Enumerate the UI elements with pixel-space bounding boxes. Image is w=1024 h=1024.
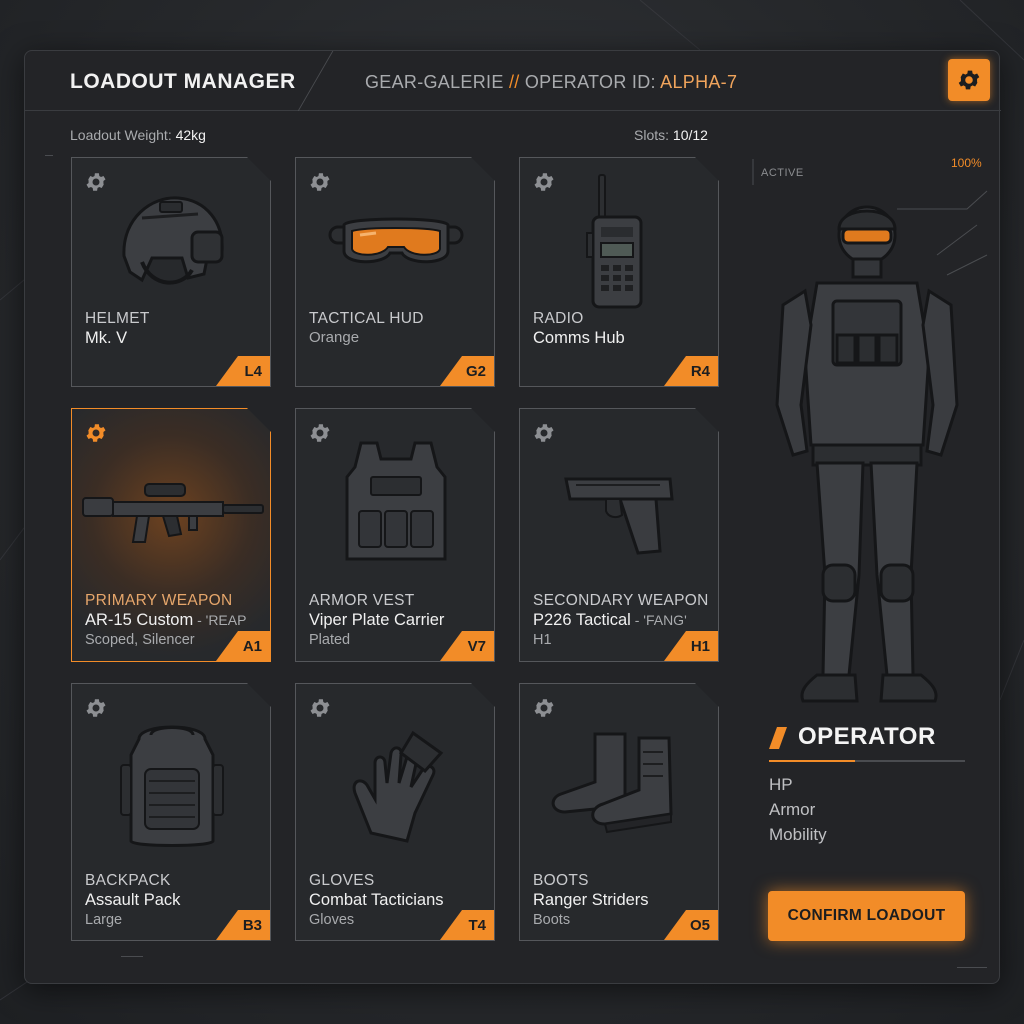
operator-underline-accent: [769, 760, 855, 762]
slot-item-name: Ranger Striders: [533, 891, 649, 910]
tier-badge: A1: [216, 631, 270, 661]
slot-item-name: P226 Tactical - 'FANG': [533, 611, 687, 630]
slot-armor-vest[interactable]: ARMOR VEST Viper Plate Carrier Plated V7: [295, 408, 495, 662]
vest-icon: [296, 437, 495, 567]
slot-category: RADIO: [533, 310, 584, 327]
slot-secondary-weapon[interactable]: SECONDARY WEAPON P226 Tactical - 'FANG' …: [519, 408, 719, 662]
item-name-text: Assault Pack: [85, 891, 181, 909]
slot-gloves[interactable]: GLOVES Combat Tacticians Gloves T4: [295, 683, 495, 941]
tier-badge: H1: [664, 631, 718, 661]
tier-badge: T4: [440, 910, 494, 940]
slot-radio[interactable]: RADIO Comms Hub R4: [519, 157, 719, 387]
boots-icon: [520, 708, 719, 858]
stat-mobility: Mobility: [769, 825, 827, 844]
item-name-text: Orange: [309, 329, 360, 346]
operator-status: ACTIVE: [761, 167, 804, 179]
panel-header: LOADOUT MANAGER GEAR-GALERIE // OPERATOR…: [25, 51, 1001, 111]
item-name-text: AR-15 Custom: [85, 611, 194, 629]
slot-item-name: Comms Hub: [533, 329, 625, 348]
slot-category: GLOVES: [309, 872, 375, 889]
slot-primary-weapon[interactable]: PRIMARY WEAPON AR-15 Custom - 'REAP Scop…: [71, 408, 271, 662]
gallery-label: GEAR-GALERIE: [365, 72, 504, 92]
slot-category: BACKPACK: [85, 872, 171, 889]
stat-armor: Armor: [769, 800, 816, 819]
header-subtitle: GEAR-GALERIE // OPERATOR ID: ALPHA-7: [365, 72, 737, 93]
slot-item-name: Mk. V: [85, 329, 127, 348]
loadout-panel: LOADOUT MANAGER GEAR-GALERIE // OPERATOR…: [24, 50, 1001, 984]
slot-item-detail: Plated: [309, 632, 351, 648]
slot-category: SECONDARY WEAPON: [533, 592, 709, 609]
slot-category: ARMOR VEST: [309, 592, 415, 609]
item-name-text: Mk. V: [85, 329, 128, 347]
slot-item-name: Assault Pack: [85, 891, 180, 910]
slot-backpack[interactable]: BACKPACK Assault Pack Large B3: [71, 683, 271, 941]
slots-count: Slots: 10/12: [634, 127, 708, 143]
gear-icon[interactable]: [84, 421, 108, 445]
item-alias: - 'REAP: [193, 612, 247, 628]
tier-badge: V7: [440, 631, 494, 661]
item-name-text: Ranger Striders: [533, 891, 649, 909]
item-name-text: Comms Hub: [533, 329, 625, 347]
weight-label: Loadout Weight:: [70, 127, 172, 143]
slot-helmet[interactable]: HELMET Mk. V L4: [71, 157, 271, 387]
slot-item-detail: H1: [533, 632, 552, 648]
operator-percent: 100%: [951, 156, 982, 170]
header-divider: [297, 51, 334, 111]
slot-item-name: Orange: [309, 329, 359, 346]
slot-item-detail: Scoped, Silencer: [85, 632, 195, 648]
slot-category: HELMET: [85, 310, 150, 327]
operator-title: OPERATOR: [798, 723, 936, 750]
stat-hp: HP: [769, 775, 793, 794]
slot-category: PRIMARY WEAPON: [85, 592, 233, 609]
slot-item-detail: Boots: [533, 912, 571, 928]
subtitle-separator: //: [508, 72, 520, 92]
helmet-icon: [72, 178, 271, 308]
slot-category: BOOTS: [533, 872, 589, 889]
pistol-icon: [520, 447, 719, 577]
slot-tactical-hud[interactable]: TACTICAL HUD Orange G2: [295, 157, 495, 387]
frame-tick: [121, 956, 143, 957]
page-title: LOADOUT MANAGER: [70, 70, 296, 93]
rifle-icon: [72, 449, 271, 579]
operator-figure: [775, 205, 959, 703]
slot-item-name: Viper Plate Carrier: [309, 611, 444, 630]
slot-item-name: Combat Tacticians: [309, 891, 444, 910]
slot-boots[interactable]: BOOTS Ranger Striders Boots O5: [519, 683, 719, 941]
item-alias: - 'FANG': [630, 612, 687, 628]
radio-icon: [520, 174, 719, 309]
tier-badge: R4: [664, 356, 718, 386]
slot-item-name: AR-15 Custom - 'REAP: [85, 611, 246, 630]
slot-category: TACTICAL HUD: [309, 310, 424, 327]
frame-tick: [45, 155, 53, 156]
tier-badge: L4: [216, 356, 270, 386]
slots-label: Slots:: [634, 127, 670, 143]
operator-id-label: OPERATOR ID:: [524, 72, 656, 92]
operator-title-slash-icon: [769, 727, 787, 749]
slots-value: 10/12: [672, 127, 708, 143]
slot-item-detail: Large: [85, 912, 123, 928]
weight-value: 42kg: [175, 127, 206, 143]
confirm-loadout-button[interactable]: CONFIRM LOADOUT: [768, 891, 965, 941]
tier-badge: O5: [664, 910, 718, 940]
backpack-icon: [72, 708, 271, 858]
item-name-text: Viper Plate Carrier: [309, 611, 445, 629]
gear-icon[interactable]: [532, 421, 556, 445]
slot-item-detail: Gloves: [309, 912, 355, 928]
gloves-icon: [296, 708, 495, 858]
gear-icon: [958, 70, 980, 90]
loadout-weight: Loadout Weight: 42kg: [70, 127, 206, 143]
operator-underline: [769, 760, 965, 762]
item-name-text: Combat Tacticians: [309, 891, 444, 909]
item-name-text: P226 Tactical: [533, 611, 631, 629]
tier-badge: G2: [440, 356, 494, 386]
operator-preview-frame: [752, 159, 988, 703]
settings-button[interactable]: [948, 59, 990, 101]
operator-id-value: ALPHA-7: [660, 72, 738, 92]
tier-badge: B3: [216, 910, 270, 940]
frame-tick: [957, 967, 987, 968]
goggles-icon: [296, 178, 495, 308]
